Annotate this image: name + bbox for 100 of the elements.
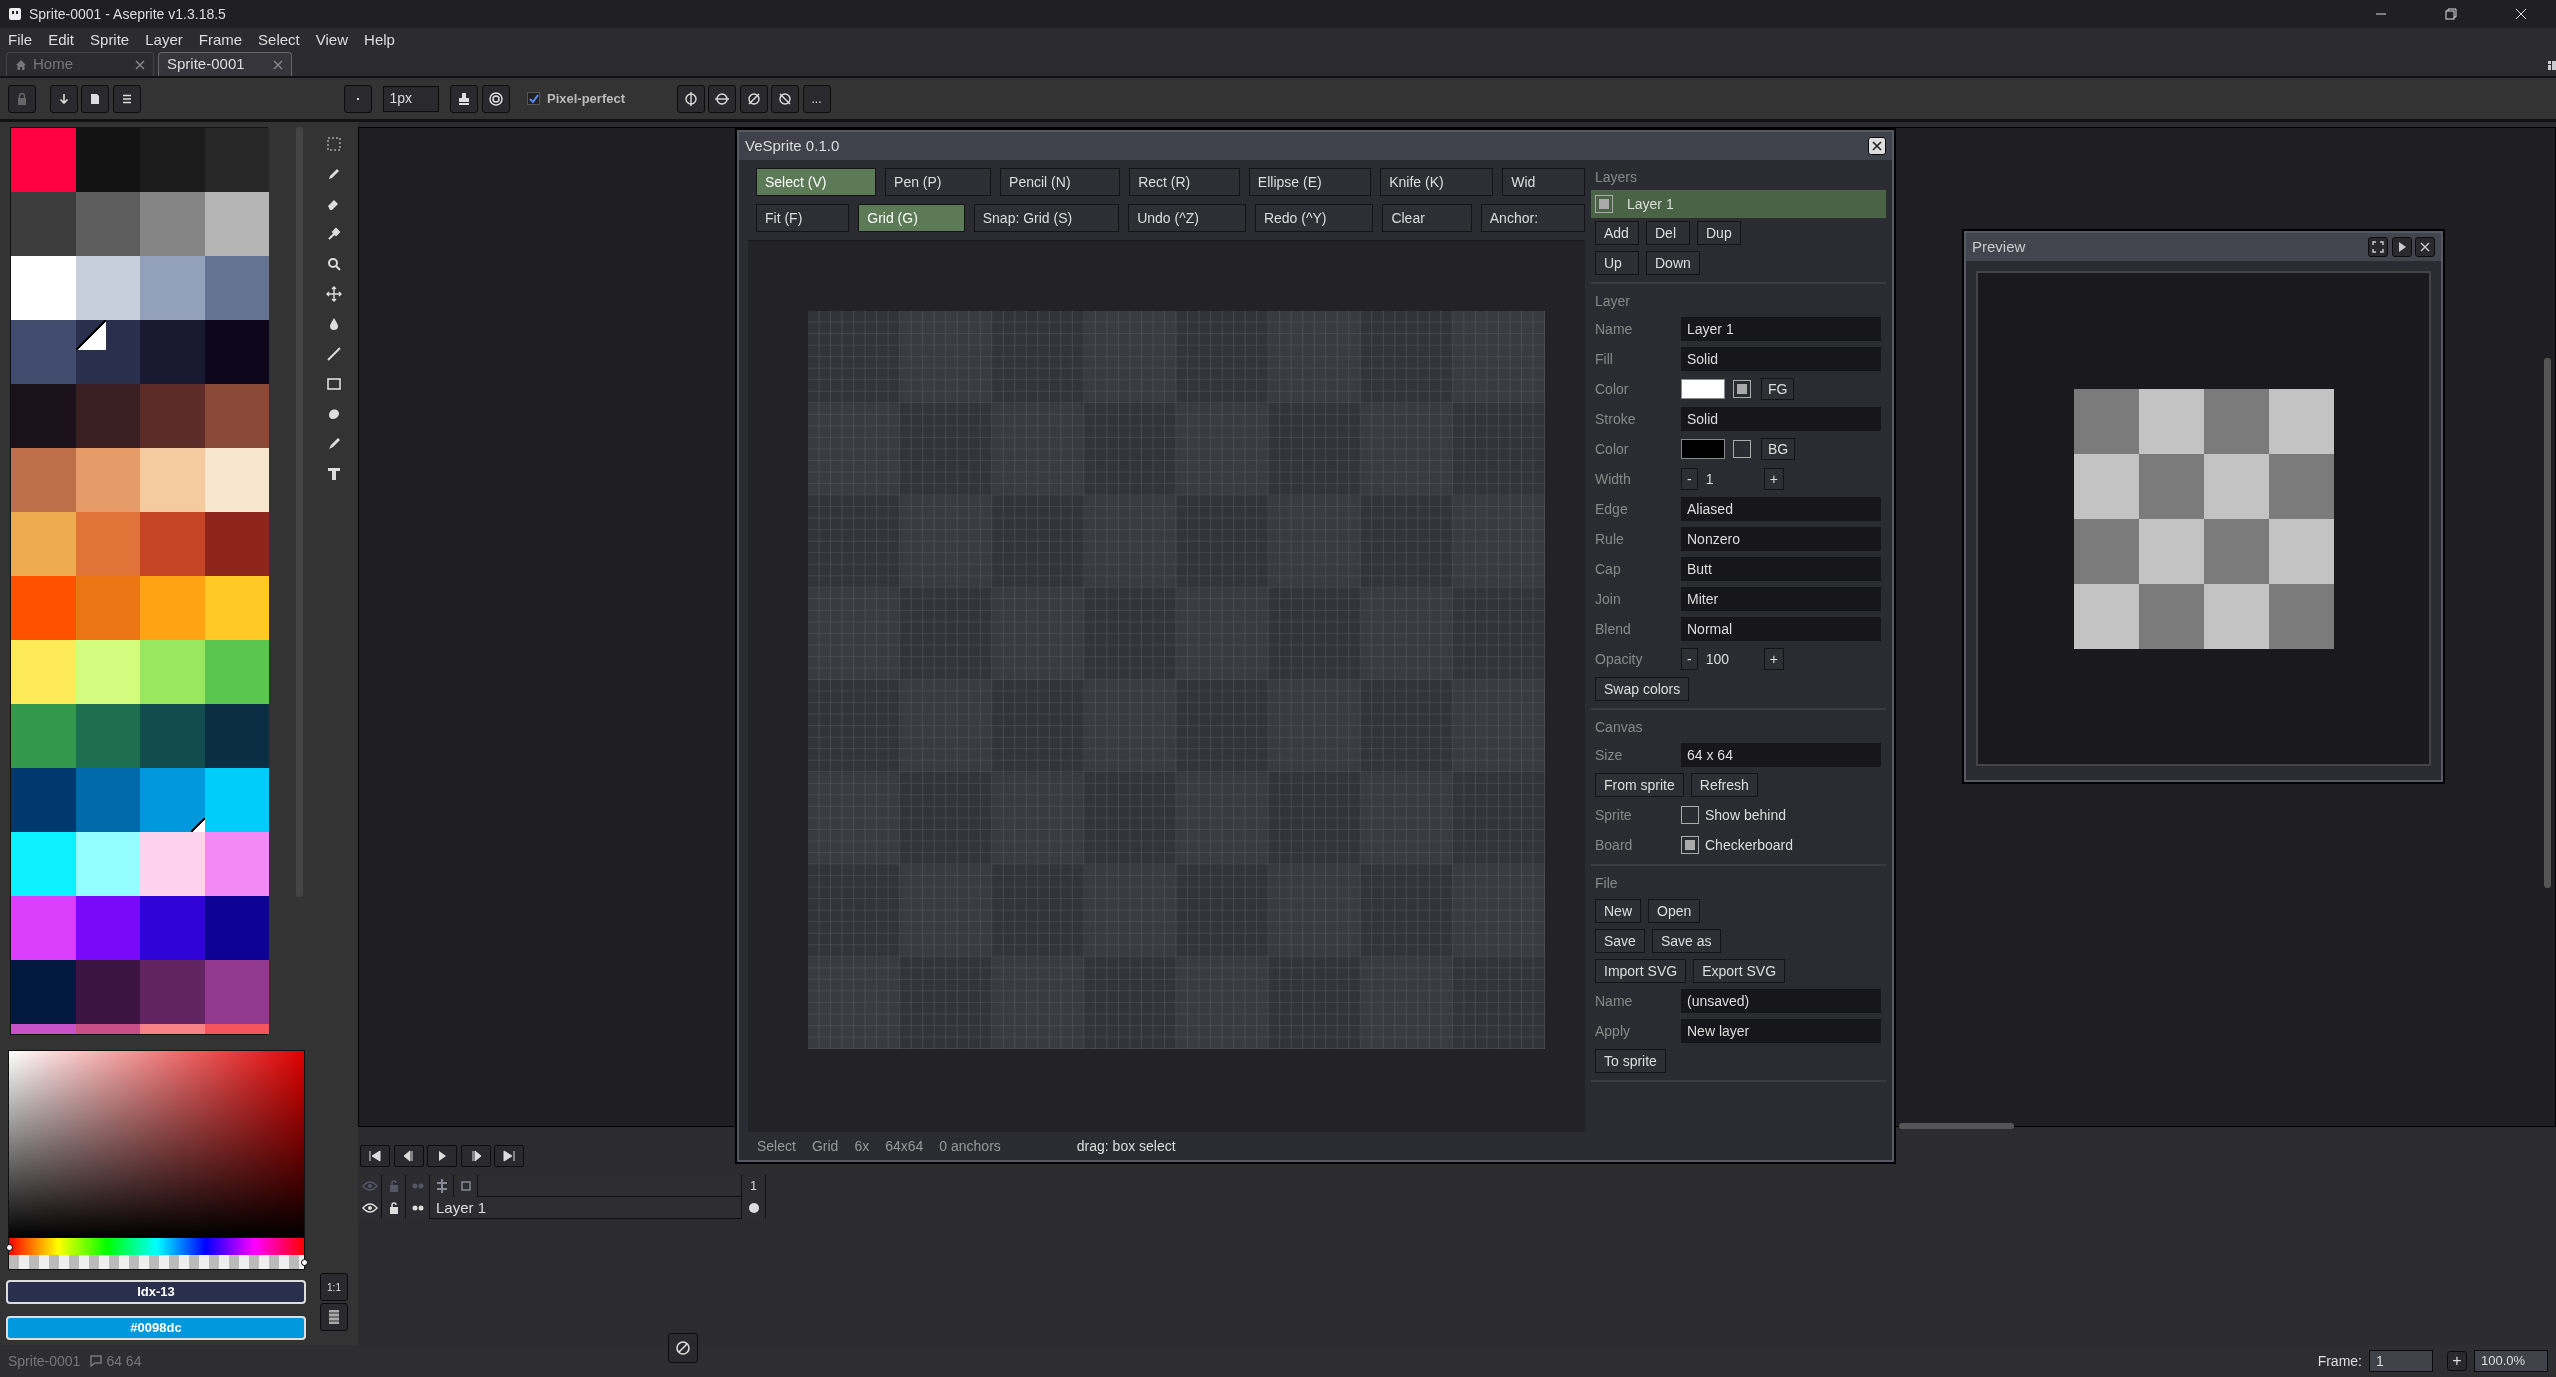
tool-button[interactable]: Snap: Grid (S) xyxy=(973,204,1120,232)
layout-icon[interactable] xyxy=(2548,58,2556,70)
add-frame-button[interactable]: + xyxy=(2447,1351,2467,1371)
palette-swatch[interactable] xyxy=(140,128,205,192)
palette-swatch[interactable] xyxy=(140,576,205,640)
palette-swatch[interactable] xyxy=(75,512,140,576)
input-field[interactable]: Solid xyxy=(1681,347,1881,371)
menu-item[interactable]: Edit xyxy=(48,28,75,52)
palette-swatch[interactable] xyxy=(140,896,205,960)
frame-number[interactable]: 1 xyxy=(742,1175,766,1197)
input-field[interactable]: Solid xyxy=(1681,407,1881,431)
vertical-symmetry-button[interactable] xyxy=(676,84,705,113)
more-button[interactable]: ... xyxy=(802,84,831,113)
tool-button[interactable]: Anchor: xyxy=(1480,204,1585,232)
down-arrow-button[interactable] xyxy=(49,84,78,113)
color-swatch[interactable] xyxy=(1681,439,1725,459)
palette-swatch[interactable] xyxy=(11,896,76,960)
panel-button[interactable]: Refresh xyxy=(1690,773,1758,797)
panel-button[interactable]: Down xyxy=(1646,251,1700,275)
palette-swatch[interactable] xyxy=(204,576,269,640)
palette-swatch[interactable] xyxy=(75,896,140,960)
tool-button[interactable]: Clear xyxy=(1382,204,1472,232)
palette-swatch[interactable] xyxy=(75,1024,140,1034)
play-button[interactable] xyxy=(2391,237,2412,257)
palette-swatch[interactable] xyxy=(140,960,205,1024)
palette-swatch[interactable] xyxy=(75,576,140,640)
palette-swatch[interactable] xyxy=(11,832,76,896)
tool-button[interactable]: Wid xyxy=(1502,168,1585,196)
palette-swatch[interactable] xyxy=(140,832,205,896)
palette-swatch[interactable] xyxy=(140,192,205,256)
panel-button[interactable]: Open xyxy=(1648,899,1701,923)
palette-swatch[interactable] xyxy=(11,128,76,192)
palette-swatch[interactable] xyxy=(204,128,269,192)
palette-swatch[interactable] xyxy=(140,1024,205,1034)
palette-swatch[interactable] xyxy=(204,192,269,256)
panel-button[interactable]: Export SVG xyxy=(1693,959,1786,983)
diagonal-symmetry-button[interactable] xyxy=(739,84,768,113)
tool-button[interactable]: Fit (F) xyxy=(756,204,850,232)
palette-swatch[interactable] xyxy=(11,192,76,256)
brush-icon[interactable] xyxy=(326,436,342,452)
eyedropper-icon[interactable] xyxy=(326,226,342,242)
palette-swatch[interactable] xyxy=(11,448,76,512)
saturation-picker[interactable] xyxy=(9,1051,304,1238)
line-icon[interactable] xyxy=(326,346,342,362)
tab[interactable]: Sprite-0001 xyxy=(158,52,292,76)
palette-swatch[interactable] xyxy=(11,256,76,320)
text-icon[interactable] xyxy=(326,466,342,482)
palette-swatch[interactable] xyxy=(75,704,140,768)
input-field[interactable]: 64 x 64 xyxy=(1681,743,1881,767)
film-button[interactable] xyxy=(320,1303,348,1331)
palette-swatch[interactable] xyxy=(11,512,76,576)
panel-button[interactable]: New xyxy=(1595,899,1641,923)
menu-item[interactable]: Frame xyxy=(198,28,243,52)
input-field[interactable]: New layer xyxy=(1681,1019,1881,1043)
palette-swatch[interactable] xyxy=(204,384,269,448)
panel-button[interactable]: BG xyxy=(1761,438,1796,460)
scrollbar-thumb[interactable] xyxy=(1899,1123,2014,1129)
tool-button[interactable]: Rect (R) xyxy=(1129,168,1240,196)
input-field[interactable]: Butt xyxy=(1681,557,1881,581)
no-entry-button[interactable] xyxy=(668,1333,698,1363)
palette-swatch[interactable] xyxy=(204,1024,269,1034)
lock-button[interactable] xyxy=(8,84,36,113)
panel-button[interactable]: Dup xyxy=(1697,221,1741,245)
input-field[interactable]: Nonzero xyxy=(1681,527,1881,551)
layer-item[interactable]: Layer 1 xyxy=(1591,190,1886,218)
rectangle-icon[interactable] xyxy=(326,376,342,392)
increment-button[interactable]: + xyxy=(1763,648,1784,670)
palette-swatch[interactable] xyxy=(140,448,205,512)
palette-swatch[interactable] xyxy=(11,1024,76,1034)
palette-swatch[interactable] xyxy=(75,256,140,320)
scrollbar-thumb[interactable] xyxy=(2544,358,2551,888)
palette-swatch[interactable] xyxy=(75,384,140,448)
close-button[interactable] xyxy=(2415,237,2435,257)
menu-button[interactable] xyxy=(112,84,141,113)
input-field[interactable]: (unsaved) xyxy=(1681,989,1881,1013)
tool-button[interactable]: Undo (^Z) xyxy=(1128,204,1246,232)
tool-button[interactable]: Pencil (N) xyxy=(1000,168,1121,196)
horizontal-symmetry-button[interactable] xyxy=(708,84,737,113)
palette-swatch[interactable] xyxy=(140,704,205,768)
palette-swatch[interactable] xyxy=(75,448,140,512)
palette-swatch[interactable] xyxy=(75,768,140,832)
zoom-field[interactable]: 100.0% xyxy=(2474,1350,2548,1372)
zoom-icon[interactable] xyxy=(326,256,342,272)
palette-swatch[interactable] xyxy=(204,448,269,512)
actual-size-button[interactable]: 1:1 xyxy=(320,1273,348,1301)
eye-icon[interactable] xyxy=(361,1200,378,1216)
panel-button[interactable]: FG xyxy=(1761,378,1795,400)
panel-button[interactable]: Save xyxy=(1595,929,1645,953)
palette-swatch[interactable] xyxy=(11,320,76,384)
circle-button[interactable] xyxy=(481,84,510,113)
menu-item[interactable]: Layer xyxy=(145,28,183,52)
menu-item[interactable]: Sprite xyxy=(90,28,130,52)
increment-button[interactable]: + xyxy=(1763,468,1784,490)
palette-swatch[interactable] xyxy=(140,320,205,384)
input-field[interactable]: Aliased xyxy=(1681,497,1881,521)
foreground-color-field[interactable]: Idx-13 xyxy=(6,1280,306,1304)
palette-swatch[interactable] xyxy=(204,320,269,384)
stamp-button[interactable] xyxy=(450,84,478,113)
palette-swatch[interactable] xyxy=(204,256,269,320)
palette-swatch[interactable] xyxy=(11,704,76,768)
